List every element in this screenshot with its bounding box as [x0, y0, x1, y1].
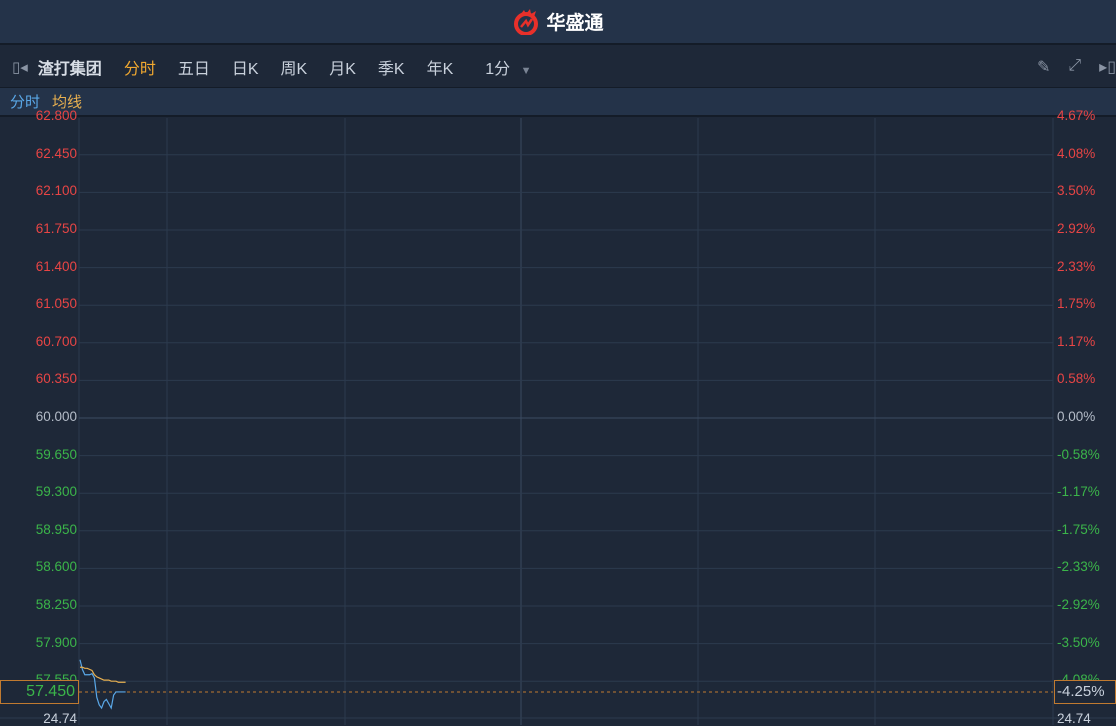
percent-axis-tick: 0.58% [1057, 371, 1096, 387]
price-axis-tick: 59.650 [35, 446, 77, 462]
price-axis-tick: 61.400 [35, 258, 77, 274]
price-axis-tick: 62.800 [35, 108, 77, 124]
percent-axis-tick: 1.75% [1057, 296, 1096, 312]
tab-weekly-k[interactable]: 周K [281, 55, 308, 79]
price-axis-tick: 58.950 [35, 521, 77, 537]
price-axis-tick: 62.100 [35, 183, 77, 199]
price-axis-tick: 61.050 [35, 296, 77, 312]
percent-axis-tick: 4.67% [1057, 108, 1096, 124]
collapse-sidebar-icon[interactable]: ▯◂ [12, 58, 28, 76]
price-axis-tick: 61.750 [35, 221, 77, 236]
chart-legend: 分时 均线 [0, 88, 1116, 117]
price-axis-tick: 58.600 [35, 559, 77, 575]
price-axis-tick: 58.250 [35, 597, 77, 612]
intraday-chart[interactable] [0, 118, 1116, 725]
volume-axis-label-right: 24.74 [1057, 711, 1091, 726]
exit-panel-icon[interactable]: ▸▯ [1099, 57, 1116, 77]
price-axis-tick: 60.700 [35, 333, 77, 349]
percent-axis-tick: -2.92% [1057, 597, 1100, 612]
price-line [79, 659, 126, 710]
percent-axis-tick: 1.17% [1057, 333, 1096, 349]
percent-axis-tick: -0.58% [1057, 446, 1100, 462]
tab-daily-k[interactable]: 日K [232, 55, 259, 79]
price-axis-tick: 62.450 [35, 145, 77, 161]
price-axis-tick: 59.300 [35, 484, 77, 500]
tab-monthly-k[interactable]: 月K [329, 55, 356, 79]
price-axis-tick: 57.900 [35, 634, 77, 650]
percent-axis-tick: -1.75% [1057, 521, 1100, 537]
percent-axis-tick: 2.92% [1057, 221, 1096, 236]
current-price-badge: 57.450 [0, 679, 79, 704]
price-axis-tick: 60.350 [35, 371, 77, 387]
stock-name: 渣打集团 [37, 61, 102, 78]
price-axis-tick: 60.000 [35, 409, 77, 424]
toolbar: ▯◂ 渣打集团 分时 五日 日K 周K 月K 季K 年K 1分 ▼ ✎ ⤢ ▸▯ [0, 47, 1116, 88]
brand-logo-icon [514, 8, 539, 35]
percent-axis-tick: -3.50% [1057, 634, 1100, 650]
tab-five-day[interactable]: 五日 [178, 55, 210, 79]
percent-axis-tick: -2.33% [1057, 559, 1100, 575]
brand-name: 华盛通 [546, 13, 604, 34]
fullscreen-icon[interactable]: ⤢ [1068, 57, 1081, 77]
app-header: 华盛通 [0, 0, 1116, 45]
tab-yearly-k[interactable]: 年K [427, 55, 454, 79]
volume-axis-label-left: 24.74 [43, 711, 77, 726]
percent-axis-tick: 0.00% [1057, 409, 1096, 424]
current-percent-badge: -4.25% [1054, 679, 1116, 704]
percent-axis-tick: 4.08% [1057, 145, 1096, 161]
percent-axis-tick: -1.17% [1057, 484, 1100, 500]
percent-axis-tick: 2.33% [1057, 258, 1096, 274]
interval-value: 1分 [485, 61, 511, 78]
tab-intraday[interactable]: 分时 [124, 55, 156, 79]
pencil-icon[interactable]: ✎ [1037, 57, 1050, 77]
chevron-down-icon: ▼ [520, 65, 532, 77]
tab-quarterly-k[interactable]: 季K [378, 55, 405, 79]
percent-axis-tick: 3.50% [1057, 183, 1096, 199]
interval-select[interactable]: 1分 ▼ [485, 55, 531, 79]
